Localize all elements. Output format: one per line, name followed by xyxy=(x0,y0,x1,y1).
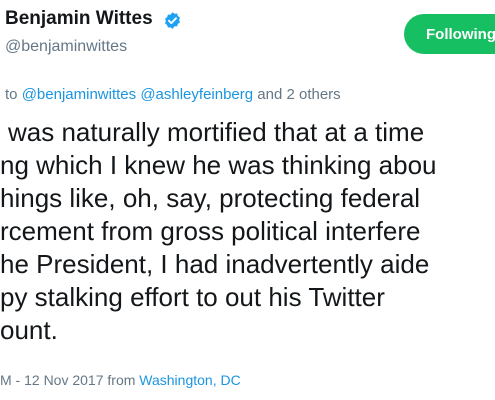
tweet-metadata: M - 12 Nov 2017 from Washington, DC xyxy=(0,372,241,388)
replying-to-line: to @benjaminwittes @ashleyfeinberg and 2… xyxy=(5,86,341,103)
mention-link-benjaminwittes[interactable]: @benjaminwittes xyxy=(22,86,136,103)
tweet-text-line: was naturally mortified that at a time xyxy=(8,117,425,147)
reply-others[interactable]: and 2 others xyxy=(257,86,340,103)
tweet-text-line: ount. xyxy=(0,315,58,345)
tweet-text-line: he President, I had inadvertently aide xyxy=(0,249,430,279)
tweet-location-link[interactable]: Washington, DC xyxy=(139,372,240,388)
tweet-text-line: rcement from gross political interfere xyxy=(0,216,421,246)
tweet-timestamp[interactable]: M - 12 Nov 2017 from xyxy=(0,372,135,388)
author-name[interactable]: Benjamin Wittes xyxy=(5,8,153,30)
following-button[interactable]: Following xyxy=(404,14,495,54)
tweet-text-line: hings like, oh, say, protecting federal xyxy=(0,183,421,213)
mention-link-ashleyfeinberg[interactable]: @ashleyfeinberg xyxy=(140,86,253,103)
verified-badge-icon xyxy=(165,12,180,29)
tweet-text-line: py stalking effort to out his Twitter xyxy=(0,282,385,312)
reply-prefix: to xyxy=(5,86,18,103)
author-handle[interactable]: @benjaminwittes xyxy=(5,38,127,56)
tweet-text-line: ng which I knew he was thinking abou xyxy=(0,150,437,180)
